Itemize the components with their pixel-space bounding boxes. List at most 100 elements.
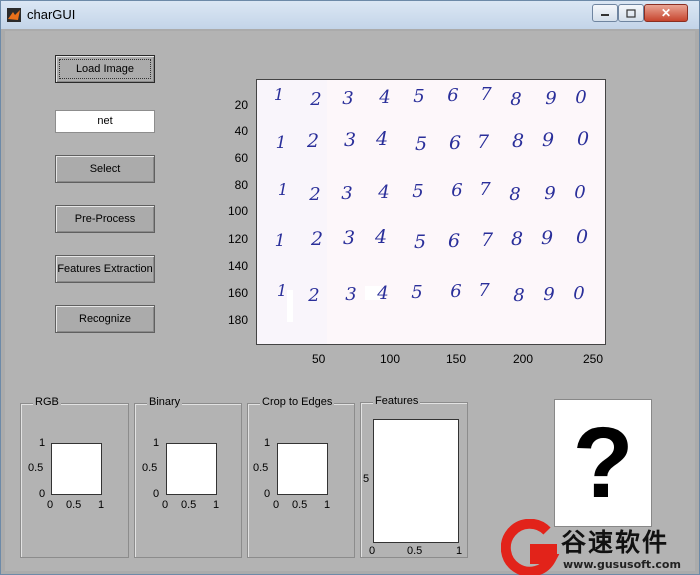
handwritten-digit: 2 [307,285,319,306]
handwritten-digit: 7 [478,280,490,301]
handwritten-digit: 3 [341,183,352,204]
binary-xtick: 1 [213,499,220,511]
handwritten-digit: 7 [481,229,494,251]
pre-process-button[interactable]: Pre-Process [55,205,155,233]
rgb-xtick: 1 [98,499,105,511]
select-button[interactable]: Select [55,155,155,183]
handwritten-digit: 2 [308,184,320,205]
handwritten-digit: 7 [477,131,490,153]
y-tick-label: 100 [227,204,248,218]
features-xtick: 0 [369,545,376,557]
handwritten-digit: 1 [277,281,287,300]
watermark: 谷速软件 www.gususoft.com [501,519,699,575]
result-symbol: ? [572,407,634,519]
handwritten-digit: 5 [412,181,423,202]
y-tick-label: 160 [227,286,248,300]
matlab-icon [7,8,21,22]
handwritten-digit: 2 [309,89,321,110]
net-input[interactable]: net [55,110,155,133]
binary-panel-title: Binary [147,396,183,408]
handwritten-digit: 4 [378,87,390,108]
handwritten-digit: 6 [449,132,461,154]
close-button[interactable]: ✕ [644,4,688,22]
handwritten-digit: 8 [509,184,520,205]
binary-ytick: 1 [153,437,160,449]
rgb-xtick: 0.5 [66,499,82,511]
handwritten-digit: 4 [377,182,389,203]
handwritten-digit: 6 [451,180,462,201]
handwritten-digit: 0 [575,87,586,108]
handwritten-digits-image: 1 2 3 4 5 6 7 8 9 01 2 3 4 5 6 7 8 9 01 2 3 4 5 6 7 8 9 01 2 3 4 5 6 7 8 9 0… [257,80,605,344]
x-tick-label: 100 [380,352,401,366]
handwritten-digit: 3 [345,284,356,305]
crop-xtick: 0 [273,499,280,511]
binary-panel: Binary 1 0.5 0 0 0.5 1 [134,396,242,558]
handwritten-digit: 6 [450,281,461,302]
y-tick-label: 140 [227,259,248,273]
maximize-button[interactable] [618,4,644,22]
handwritten-digit: 5 [413,86,424,107]
crop-axes [277,443,328,495]
handwritten-digit: 0 [574,182,585,203]
binary-xtick: 0.5 [181,499,197,511]
handwritten-digit: 2 [306,130,319,152]
recognize-button[interactable]: Recognize [55,305,155,333]
watermark-text: 谷速软件 [561,528,670,557]
features-xtick: 1 [456,545,463,557]
handwritten-digit: 5 [411,282,422,303]
handwritten-digit: 4 [375,128,388,150]
rgb-ytick: 1 [39,437,46,449]
y-tick-label: 60 [234,151,248,165]
handwritten-digit: 3 [343,227,355,249]
handwritten-digit: 6 [448,230,460,252]
handwritten-digit: 8 [511,228,523,250]
handwritten-digit: 4 [374,226,387,248]
minimize-button[interactable] [592,4,618,22]
features-panel: Features 5 0 0.5 1 [360,395,468,558]
y-tick-label: 80 [234,178,248,192]
handwritten-digit: 9 [545,88,556,109]
features-extraction-button[interactable]: Features Extraction [55,255,155,283]
rgb-axes [51,443,102,495]
watermark-logo-icon [501,519,560,575]
handwritten-digit: 9 [542,129,554,151]
y-tick-label: 180 [227,313,248,327]
handwritten-digit: 9 [543,284,554,305]
rgb-xtick: 0 [47,499,54,511]
rgb-ytick: 0.5 [28,462,44,474]
handwritten-digit: 2 [310,228,323,250]
handwritten-digit: 6 [447,85,458,106]
result-box: ? [554,399,652,527]
window-title: charGUI [27,7,76,22]
handwritten-digit: 8 [510,89,521,110]
handwritten-digit: 9 [544,183,555,204]
binary-ytick: 0 [153,488,160,500]
crop-xtick: 0.5 [292,499,308,511]
binary-axes [166,443,217,495]
rgb-ytick: 0 [39,488,46,500]
title-bar: charGUI ✕ [1,1,699,29]
handwritten-digit: 1 [275,231,286,251]
crop-ytick: 0.5 [253,462,269,474]
handwritten-digit: 3 [342,88,353,109]
app-window: charGUI ✕ Load Image net Select Pre-Proc… [0,0,700,575]
handwritten-digit: 0 [576,226,588,248]
binary-ytick: 0.5 [142,462,158,474]
handwritten-digit: 1 [274,85,284,104]
x-tick-label: 250 [583,352,604,366]
binary-xtick: 0 [162,499,169,511]
x-tick-label: 200 [513,352,534,366]
x-tick-label: 150 [446,352,467,366]
features-xtick: 0.5 [407,545,423,557]
handwritten-digit: 3 [344,129,356,151]
load-image-button[interactable]: Load Image [55,55,155,83]
rgb-panel: RGB 1 0.5 0 0 0.5 1 [20,396,129,558]
y-tick-label: 20 [234,98,248,112]
crop-ytick: 1 [264,437,271,449]
features-panel-title: Features [373,395,421,407]
crop-panel: Crop to Edges 1 0.5 0 0 0.5 1 [247,396,355,558]
rgb-panel-title: RGB [33,396,61,408]
crop-xtick: 1 [324,499,331,511]
handwritten-digit: 7 [480,84,492,105]
handwritten-digit: 5 [414,231,426,253]
